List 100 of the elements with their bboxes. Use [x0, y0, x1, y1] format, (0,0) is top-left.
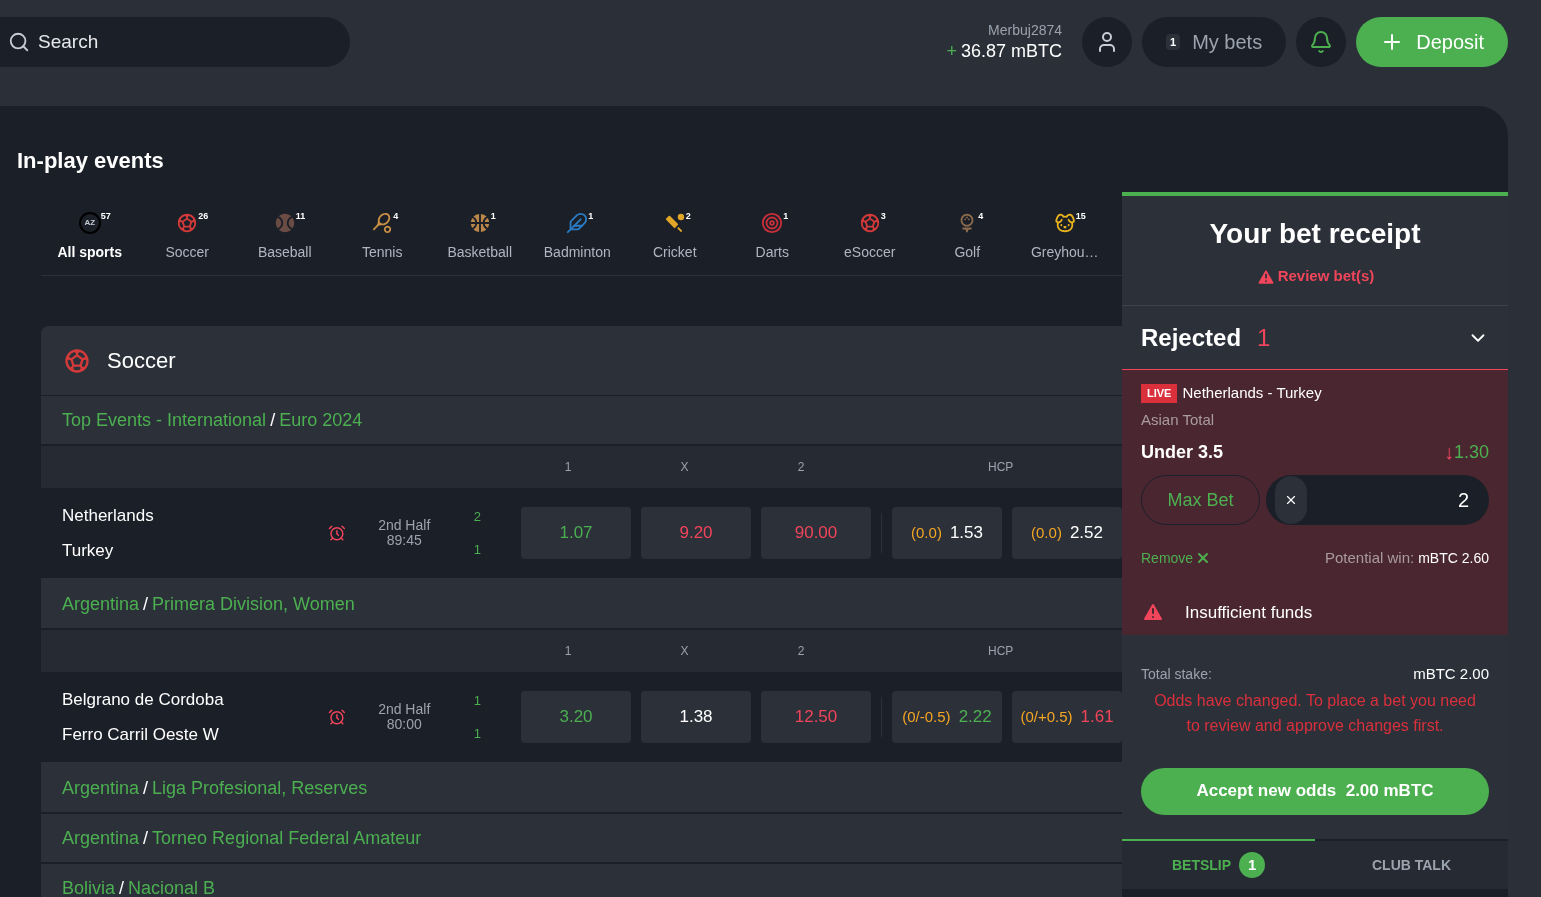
review-link[interactable]: Review bet(s)	[1277, 265, 1375, 288]
deposit-button[interactable]: Deposit	[1356, 17, 1508, 67]
event-count: 1	[588, 210, 594, 223]
column-header: X	[679, 643, 690, 660]
score: 2	[473, 507, 481, 526]
team-name: Turkey	[62, 540, 115, 562]
page-title: In-play events	[16, 147, 165, 175]
search-field[interactable]: Search	[0, 17, 350, 67]
event-count: 1	[783, 210, 789, 223]
timer-icon	[327, 524, 346, 542]
clear-icon[interactable]	[1284, 493, 1298, 507]
team-name: Ferro Carril Oeste W	[62, 724, 220, 746]
league-link[interactable]: Nacional B	[128, 874, 216, 897]
league-link[interactable]: Argentina	[62, 824, 140, 852]
tab-badge: 1	[1239, 852, 1266, 878]
event-count: 4	[393, 210, 399, 223]
error-message: Insufficient funds	[1185, 601, 1313, 624]
search-input[interactable]: Search	[38, 27, 288, 57]
league-link[interactable]: Torneo Regional Federal Amateur	[152, 824, 422, 852]
handicap-line: (0.0)	[911, 522, 942, 543]
event-count: 15	[1075, 210, 1086, 223]
event-count: 57	[100, 210, 111, 223]
handicap-line: (0.0)	[1031, 522, 1062, 543]
match-period: 2nd Half	[378, 518, 431, 533]
handicap-button[interactable]: (0.0) 1.53	[892, 507, 1002, 559]
event-count: 3	[880, 210, 886, 223]
event-count: 11	[295, 210, 306, 223]
score: 1	[473, 541, 481, 559]
league-link[interactable]: Euro 2024	[279, 406, 363, 434]
stake-field[interactable]: 2	[1266, 475, 1489, 525]
sport-tab[interactable]: 3 eSoccer	[821, 212, 919, 263]
account-button[interactable]	[1082, 17, 1133, 67]
sport-tab[interactable]: 11 Baseball	[236, 212, 334, 263]
max-bet-button[interactable]: Max Bet	[1141, 475, 1260, 525]
odds-button[interactable]: 90.00	[761, 507, 871, 559]
status-count: 1	[1257, 322, 1271, 353]
my-bets-button[interactable]: 1 My bets	[1142, 17, 1287, 67]
remove-link[interactable]: Remove	[1141, 547, 1194, 569]
sport-tab[interactable]: AZ 57 All sports	[41, 212, 139, 263]
sport-tab[interactable]: 2 Cricket	[626, 212, 724, 263]
bottom-tab[interactable]: CLUB TALK	[1315, 839, 1508, 889]
live-badge: LIVE	[1141, 384, 1178, 403]
handicap-button[interactable]: (0.0) 2.52	[1012, 507, 1122, 559]
sport-tab[interactable]: 1 Badminton	[528, 212, 626, 263]
league-link[interactable]: Top Events - International	[62, 406, 267, 434]
team-name: Belgrano de Cordoba	[62, 688, 225, 711]
username: Merbuj2874	[988, 22, 1063, 40]
potential-win-value: mBTC 2.60	[1418, 548, 1489, 568]
league-link[interactable]: Primera Division, Women	[152, 590, 355, 618]
odds-button[interactable]: 12.50	[761, 691, 871, 743]
odds-changed-message: Odds have changed. To place a bet you need to review and approve changes first.	[1153, 690, 1477, 736]
soccer-icon	[63, 346, 91, 375]
odds-button[interactable]: 1.38	[641, 691, 751, 743]
league-link[interactable]: Argentina	[62, 590, 140, 618]
match-clock: 89:45	[386, 533, 422, 548]
search-icon	[8, 31, 30, 53]
match-period: 2nd Half	[378, 702, 431, 717]
sport-tab[interactable]: 1 Darts	[723, 212, 821, 263]
event-count: 2	[685, 210, 691, 223]
status-label: Rejected	[1141, 322, 1242, 353]
bet-odds: 1.30	[1453, 440, 1489, 464]
sport-tab[interactable]: 4 Tennis	[333, 212, 431, 263]
sport-tab[interactable]: 4 Golf	[918, 212, 1016, 263]
odds-value: 2.52	[1069, 522, 1103, 545]
total-stake-label: Total stake:	[1141, 664, 1212, 684]
az-icon: AZ	[78, 212, 101, 234]
market-name: Asian Total	[1141, 409, 1216, 430]
bottom-tab[interactable]: BETSLIP 1	[1122, 839, 1315, 889]
league-link[interactable]: Argentina	[62, 774, 140, 802]
column-header: HCP	[987, 643, 1015, 660]
odds-button[interactable]: 9.20	[641, 507, 751, 559]
bell-icon	[1309, 30, 1334, 54]
sport-tab[interactable]: 26 Soccer	[138, 212, 236, 263]
plus-sign: +	[946, 39, 957, 62]
league-link[interactable]: Liga Profesional, Reserves	[152, 774, 368, 802]
timer-icon	[327, 708, 346, 726]
total-stake-value: mBTC 2.00	[1413, 664, 1489, 684]
separator: /	[143, 592, 149, 616]
separator: /	[119, 876, 125, 897]
match-clock: 80:00	[386, 717, 422, 732]
notifications-button[interactable]	[1296, 17, 1347, 67]
accept-odds-button[interactable]: Accept new odds 2.00 mBTC	[1141, 767, 1489, 815]
handicap-button[interactable]: (0/+0.5) 1.61	[1012, 691, 1122, 743]
odds-value: 1.61	[1080, 706, 1114, 729]
odds-value: 2.22	[958, 706, 992, 729]
stake-input[interactable]: 2	[1307, 485, 1469, 515]
balance: 36.87 mBTC	[961, 39, 1063, 62]
event-count: 26	[198, 210, 209, 223]
odds-button[interactable]: 3.20	[521, 691, 631, 743]
handicap-button[interactable]: (0/-0.5) 2.22	[892, 691, 1002, 743]
sport-tab[interactable]: 15 Greyhou…	[1016, 212, 1114, 263]
sport-tab[interactable]: 1 Basketball	[431, 212, 529, 263]
section-title: Soccer	[107, 347, 176, 375]
column-header: 1	[563, 459, 573, 476]
odds-value: 1.53	[949, 522, 983, 545]
potential-win-label: Potential win:	[1324, 548, 1415, 568]
event-count: 4	[978, 210, 984, 223]
league-link[interactable]: Bolivia	[62, 874, 116, 897]
odds-button[interactable]: 1.07	[521, 507, 631, 559]
bets-count: 1	[1166, 33, 1181, 51]
